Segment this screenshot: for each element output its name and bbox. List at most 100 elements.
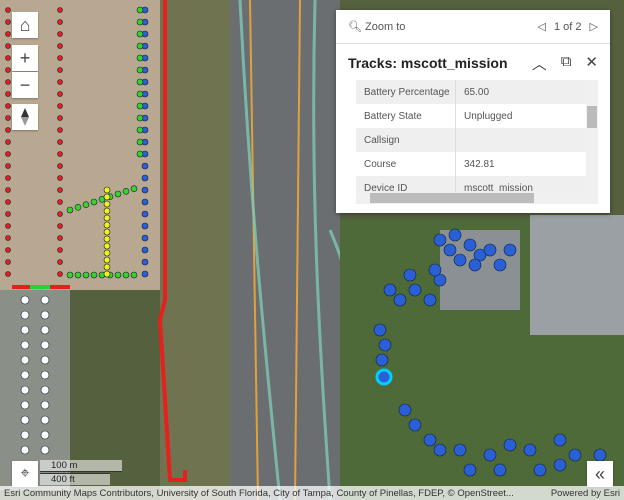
track-point[interactable]	[483, 243, 497, 257]
waypoint[interactable]	[5, 79, 11, 85]
waypoint[interactable]	[90, 198, 98, 206]
zoom-out-button[interactable]: −	[12, 72, 38, 98]
waypoint[interactable]	[114, 271, 122, 279]
waypoint[interactable]	[57, 199, 63, 205]
waypoint[interactable]	[20, 385, 30, 395]
waypoint[interactable]	[136, 6, 144, 14]
waypoint[interactable]	[57, 115, 63, 121]
track-point[interactable]	[433, 233, 447, 247]
track-point[interactable]	[398, 403, 412, 417]
waypoint[interactable]	[136, 90, 144, 98]
track-point[interactable]	[568, 448, 582, 462]
track-point[interactable]	[448, 228, 462, 242]
track-point[interactable]	[423, 433, 437, 447]
track-point[interactable]	[408, 283, 422, 297]
waypoint[interactable]	[5, 91, 11, 97]
waypoint[interactable]	[57, 259, 63, 265]
waypoint[interactable]	[5, 55, 11, 61]
track-point[interactable]	[453, 443, 467, 457]
waypoint[interactable]	[40, 445, 50, 455]
waypoint[interactable]	[20, 310, 30, 320]
waypoint[interactable]	[57, 163, 63, 169]
track-point[interactable]	[553, 433, 567, 447]
waypoint[interactable]	[40, 370, 50, 380]
waypoint[interactable]	[74, 204, 82, 211]
waypoint[interactable]	[57, 91, 63, 97]
waypoint[interactable]	[5, 175, 11, 181]
waypoint[interactable]	[5, 223, 11, 229]
vertical-scrollbar[interactable]	[586, 80, 598, 192]
waypoint[interactable]	[40, 340, 50, 350]
waypoint[interactable]	[5, 235, 11, 241]
waypoint[interactable]	[57, 79, 63, 85]
compass-button[interactable]	[12, 104, 38, 130]
waypoint[interactable]	[5, 199, 11, 205]
previous-feature-icon[interactable]: ◁	[538, 20, 546, 33]
locate-button[interactable]: ⌖	[12, 461, 38, 487]
waypoint[interactable]	[130, 271, 138, 279]
waypoint[interactable]	[103, 221, 111, 229]
track-point[interactable]	[141, 222, 149, 230]
waypoint[interactable]	[82, 201, 90, 208]
track-point[interactable]	[141, 162, 149, 170]
waypoint[interactable]	[57, 7, 63, 13]
waypoint[interactable]	[103, 235, 111, 243]
waypoint[interactable]	[5, 67, 11, 73]
waypoint[interactable]	[5, 103, 11, 109]
waypoint[interactable]	[103, 263, 111, 271]
waypoint[interactable]	[40, 385, 50, 395]
track-point[interactable]	[523, 443, 537, 457]
waypoint[interactable]	[57, 247, 63, 253]
waypoint[interactable]	[20, 370, 30, 380]
track-point[interactable]	[423, 293, 437, 307]
waypoint[interactable]	[103, 256, 111, 264]
horizontal-scrollbar[interactable]	[356, 192, 598, 204]
track-point[interactable]	[141, 258, 149, 266]
waypoint[interactable]	[20, 415, 30, 425]
track-point[interactable]	[141, 246, 149, 254]
waypoint[interactable]	[5, 19, 11, 25]
track-point[interactable]	[463, 238, 477, 252]
dock-icon[interactable]: ⧉	[561, 53, 572, 74]
waypoint[interactable]	[136, 66, 144, 74]
home-button[interactable]: ⌂	[12, 12, 38, 38]
waypoint[interactable]	[20, 295, 30, 305]
waypoint[interactable]	[136, 114, 144, 122]
waypoint[interactable]	[5, 127, 11, 133]
waypoint[interactable]	[20, 355, 30, 365]
waypoint[interactable]	[136, 54, 144, 62]
waypoint[interactable]	[122, 188, 130, 195]
waypoint[interactable]	[103, 207, 111, 215]
waypoint[interactable]	[103, 249, 111, 257]
next-feature-icon[interactable]: ▷	[590, 20, 598, 33]
waypoint[interactable]	[136, 138, 144, 146]
powered-by-esri[interactable]: Powered by Esri	[551, 488, 620, 499]
waypoint[interactable]	[57, 175, 63, 181]
waypoint[interactable]	[57, 19, 63, 25]
track-point[interactable]	[141, 210, 149, 218]
waypoint[interactable]	[20, 400, 30, 410]
track-point[interactable]	[503, 438, 517, 452]
waypoint[interactable]	[40, 355, 50, 365]
waypoint[interactable]	[66, 271, 74, 279]
waypoint[interactable]	[5, 271, 11, 277]
waypoint[interactable]	[57, 211, 63, 217]
waypoint[interactable]	[57, 103, 63, 109]
waypoint[interactable]	[82, 271, 90, 279]
waypoint[interactable]	[90, 271, 98, 279]
waypoint[interactable]	[66, 206, 74, 214]
waypoint[interactable]	[20, 325, 30, 335]
waypoint[interactable]	[5, 115, 11, 121]
waypoint[interactable]	[40, 310, 50, 320]
track-point[interactable]	[553, 458, 567, 472]
track-point[interactable]	[378, 338, 392, 352]
track-point[interactable]	[141, 186, 149, 194]
track-point[interactable]	[383, 283, 397, 297]
waypoint[interactable]	[40, 400, 50, 410]
waypoint[interactable]	[122, 271, 130, 279]
waypoint[interactable]	[57, 43, 63, 49]
waypoint[interactable]	[57, 127, 63, 133]
waypoint[interactable]	[57, 139, 63, 145]
track-point[interactable]	[463, 463, 477, 477]
waypoint[interactable]	[40, 295, 50, 305]
